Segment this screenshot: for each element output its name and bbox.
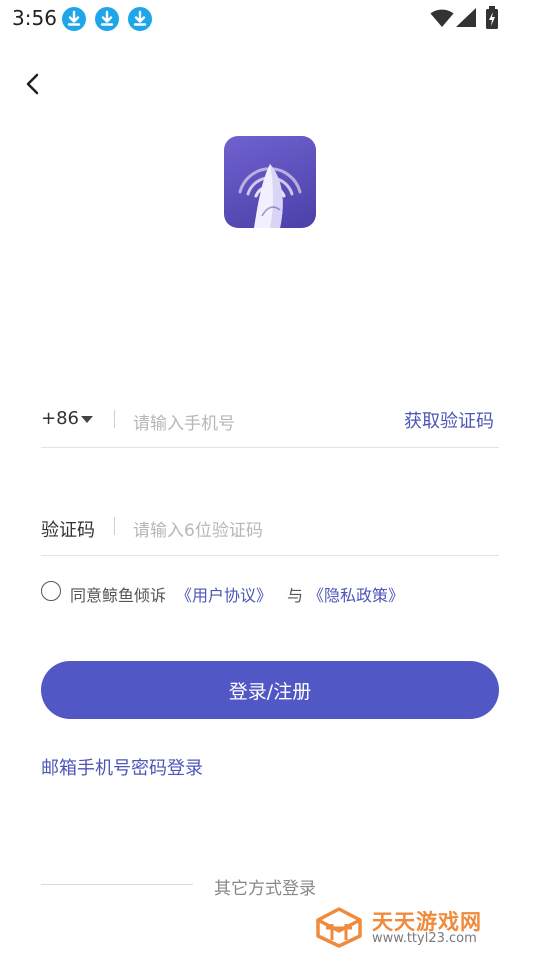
code-input[interactable]: 请输入6位验证码 (133, 516, 263, 541)
battery-icon (486, 6, 498, 29)
password-login-link[interactable]: 邮箱手机号密码登录 (41, 754, 203, 780)
code-underline (41, 555, 499, 556)
app-logo (224, 136, 316, 228)
status-time: 3:56 (12, 6, 57, 30)
status-bar: 3:56 (0, 0, 540, 38)
field-divider (114, 410, 115, 428)
caret-down-icon (81, 416, 93, 423)
privacy-policy-link[interactable]: 《隐私政策》 (308, 582, 404, 606)
code-label: 验证码 (41, 520, 95, 541)
whale-tail-logo-icon (238, 164, 302, 228)
field-divider (114, 517, 115, 535)
download-icon (95, 7, 119, 31)
phone-underline (41, 447, 499, 448)
other-methods-label: 其它方式登录 (214, 879, 316, 899)
agreement-conjunction: 与 (287, 586, 304, 605)
login-register-button[interactable]: 登录/注册 (41, 661, 499, 719)
watermark-logo-icon (316, 907, 362, 948)
country-code: +86 (41, 408, 79, 429)
get-code-button[interactable]: 获取验证码 (404, 407, 494, 433)
wifi-icon (430, 9, 454, 27)
signal-icon (456, 8, 476, 27)
user-agreement-link[interactable]: 《用户协议》 (176, 582, 272, 606)
other-methods-divider (41, 884, 193, 885)
chevron-left-icon (26, 73, 39, 95)
download-icon (128, 7, 152, 31)
back-button[interactable] (18, 68, 50, 100)
download-icon (62, 7, 86, 31)
watermark-url: www.ttyl23.com (372, 931, 477, 946)
phone-input[interactable]: 请输入手机号 (133, 409, 235, 434)
agreement-radio[interactable] (41, 581, 61, 601)
agreement-text: 同意鲸鱼倾诉 (70, 586, 167, 605)
